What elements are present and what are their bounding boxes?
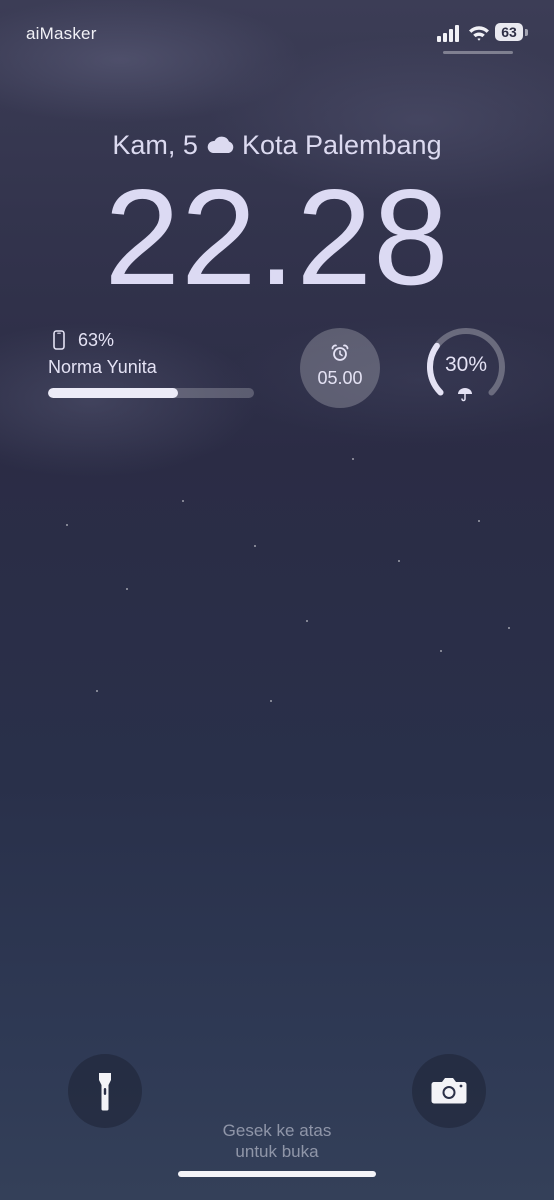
battery-widget[interactable]: 63% Norma Yunita [48, 330, 258, 400]
battery-level: 63 [495, 23, 523, 41]
star [182, 500, 184, 502]
flashlight-button[interactable] [68, 1054, 142, 1128]
lock-screen-time: 22.28 [104, 161, 450, 313]
battery-bar-fill [48, 388, 178, 398]
rain-chance-percent: 30% [444, 353, 488, 376]
home-indicator[interactable] [178, 1171, 376, 1177]
star [254, 545, 256, 547]
battery-bar [48, 388, 254, 398]
date-text: Kam, 5 [112, 130, 198, 160]
carrier-name: aiMasker [26, 24, 97, 43]
battery-icon: 63 [495, 23, 529, 43]
rain-chance-widget[interactable]: 30% [425, 326, 507, 408]
location-text: Kota Palembang [241, 130, 442, 160]
camera-icon [431, 1078, 467, 1104]
phone-icon [53, 330, 65, 350]
unlock-hint-line2: untuk buka [235, 1142, 319, 1161]
star [96, 690, 98, 692]
star [66, 524, 68, 526]
star [270, 700, 272, 702]
alarm-time: 05.00 [317, 368, 363, 388]
camera-button[interactable] [412, 1054, 486, 1128]
star [398, 560, 400, 562]
star [440, 650, 442, 652]
umbrella-icon [458, 388, 472, 402]
cellular-signal-icon [437, 25, 462, 42]
flashlight-icon [99, 1073, 111, 1111]
star [126, 588, 128, 590]
status-bar: aiMasker 63 [0, 0, 554, 60]
date-weather-line: Kam, 5 Kota Palembang [0, 130, 554, 161]
wifi-icon [469, 26, 489, 41]
star [306, 620, 308, 622]
alarm-clock-icon [331, 344, 349, 361]
cloud-icon [207, 136, 234, 153]
unlock-hint: Gesek ke atas untuk buka [0, 1120, 554, 1162]
battery-percent: 63% [78, 330, 115, 350]
unlock-hint-line1: Gesek ke atas [222, 1121, 332, 1140]
control-center-indicator[interactable] [443, 51, 513, 54]
alarm-widget[interactable]: 05.00 [300, 328, 380, 408]
star [478, 520, 480, 522]
device-name: Norma Yunita [48, 357, 157, 377]
star [508, 627, 510, 629]
star [352, 458, 354, 460]
